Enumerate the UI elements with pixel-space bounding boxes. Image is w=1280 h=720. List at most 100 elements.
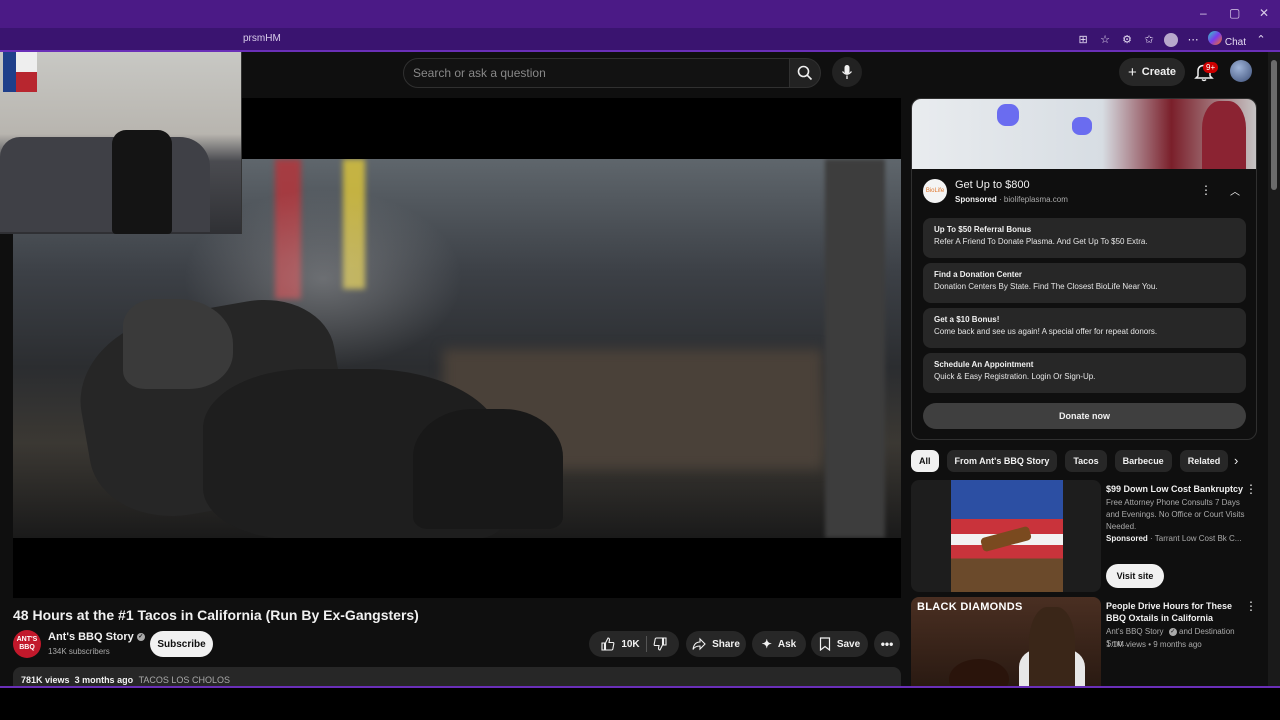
view-count: 781K views (21, 675, 70, 685)
copilot-chat-button[interactable]: Chat (1208, 31, 1246, 48)
account-avatar[interactable] (1230, 60, 1252, 82)
ask-label: Ask (777, 638, 797, 650)
chef-head (1029, 607, 1075, 686)
page-scrollbar[interactable] (1268, 52, 1280, 686)
chat-label: Chat (1224, 37, 1246, 48)
search-input[interactable]: Search or ask a question (403, 58, 791, 88)
chip-all[interactable]: All (911, 450, 939, 472)
channel-name[interactable]: Ant's BBQ Story (48, 631, 134, 643)
sidebar-toggle-icon[interactable]: ⌃ (1254, 33, 1268, 46)
share-icon (692, 637, 706, 651)
chip-from-channel[interactable]: From Ant's BBQ Story (946, 450, 1058, 472)
search-placeholder: Search or ask a question (413, 66, 546, 80)
minimize-icon[interactable]: – (1200, 6, 1207, 20)
search-button[interactable] (789, 58, 821, 88)
recommendation-item[interactable]: BLACK DIAMONDS People Drive Hours for Th… (911, 597, 1257, 687)
voice-search-button[interactable] (832, 57, 862, 87)
more-actions-button[interactable]: ••• (874, 631, 900, 657)
youtube-watch-page: Search or ask a question + Create 9+ 48 … (0, 52, 1268, 687)
create-button[interactable]: + Create (1119, 58, 1185, 86)
maximize-icon[interactable]: ▢ (1229, 6, 1240, 20)
webcam-overlay (0, 52, 242, 234)
more-options-icon[interactable]: ⋮ (1245, 599, 1257, 613)
recommendation-thumbnail[interactable] (911, 480, 1101, 592)
microphone-icon (841, 65, 853, 79)
like-button[interactable]: 10K (601, 637, 640, 651)
sitelink-title: Up To $50 Referral Bonus (934, 225, 1032, 234)
channel-name[interactable]: Ant's BBQ Story (1106, 627, 1164, 636)
thumbnail-text: BLACK DIAMONDS (917, 601, 1023, 613)
ad-domain: biolifeplasma.com (1003, 195, 1068, 204)
donor-person (1202, 101, 1246, 169)
channel-name-row[interactable]: Ant's BBQ Story ✓ (48, 631, 145, 643)
browser-profile-icon[interactable] (1164, 32, 1179, 47)
favorites-icon[interactable]: ✩ (1142, 33, 1156, 46)
recommendation-stats: 1.1M views • 9 months ago (1106, 640, 1202, 649)
chip-related[interactable]: Related (1179, 450, 1229, 472)
scrollbar-thumb[interactable] (1271, 60, 1277, 190)
close-icon[interactable]: ✕ (1259, 6, 1269, 20)
recommendation-title[interactable]: $99 Down Low Cost Bankruptcy (1106, 483, 1246, 495)
advertiser-name: Tarrant Low Cost Bk C... (1154, 534, 1242, 543)
extension-icon[interactable]: ⚙ (1120, 33, 1134, 46)
ad-sponsored-line: Sponsored · biolifeplasma.com (955, 195, 1068, 204)
charcoal-chunk (123, 299, 233, 389)
recommendation-filter-chips: All From Ant's BBQ Story Tacos Barbecue … (911, 450, 1229, 474)
ad-banner-image[interactable] (912, 99, 1256, 169)
url-text[interactable]: prsmHM (243, 33, 281, 44)
chip-barbecue[interactable]: Barbecue (1114, 450, 1172, 472)
search-icon (797, 65, 813, 81)
thumbs-down-icon[interactable] (653, 637, 667, 651)
sponsored-ad-card[interactable]: BioLife Get Up to $800 Sponsored · bioli… (911, 98, 1257, 440)
divider (645, 636, 647, 652)
verified-badge-icon: ✓ (136, 633, 145, 642)
more-options-icon[interactable]: ⋮ (1245, 482, 1257, 496)
description-box[interactable]: 781K views 3 months ago TACOS LOS CHOLOS (13, 667, 901, 687)
chip-tacos[interactable]: Tacos (1065, 450, 1107, 472)
sponsored-recommendation[interactable]: $99 Down Low Cost Bankruptcy Free Attorn… (911, 480, 1257, 594)
sitelink-title: Find a Donation Center (934, 270, 1022, 279)
visit-site-button[interactable]: Visit site (1106, 564, 1164, 588)
ask-button[interactable]: ✦ Ask (752, 631, 806, 657)
split-screen-icon[interactable]: ⊞ (1076, 33, 1090, 46)
taskbar-area (0, 686, 1280, 720)
chevron-right-icon[interactable]: › (1234, 453, 1238, 468)
sitelink-desc: Refer A Friend To Donate Plasma. And Get… (934, 237, 1148, 246)
donate-now-button[interactable]: Donate now (923, 403, 1246, 429)
recommendation-thumbnail[interactable]: BLACK DIAMONDS (911, 597, 1101, 686)
sitelink-title: Get a $10 Bonus! (934, 315, 1000, 324)
share-label: Share (712, 638, 740, 650)
subscriber-count: 134K subscribers (48, 647, 110, 656)
bed (0, 137, 210, 232)
ad-more-options-icon[interactable]: ⋮ (1200, 183, 1212, 197)
sparkle-icon: ✦ (761, 637, 772, 651)
ad-sitelink[interactable]: Up To $50 Referral Bonus Refer A Friend … (923, 218, 1246, 258)
hashtag-link[interactable]: TACOS LOS CHOLOS (139, 675, 230, 685)
ad-sitelink[interactable]: Find a Donation Center Donation Centers … (923, 263, 1246, 303)
recommendation-title[interactable]: People Drive Hours for These BBQ Oxtails… (1106, 600, 1246, 624)
gloved-hand (997, 104, 1019, 126)
notification-badge: 9+ (1203, 62, 1219, 73)
more-menu-icon[interactable]: ⋯ (1186, 33, 1200, 46)
ad-sitelink[interactable]: Get a $10 Bonus! Come back and see us ag… (923, 308, 1246, 348)
advertiser-logo[interactable]: BioLife (923, 179, 947, 203)
ad-title[interactable]: Get Up to $800 (955, 179, 1030, 191)
ad-sitelink[interactable]: Schedule An Appointment Quick & Easy Reg… (923, 353, 1246, 393)
recommendation-description: Free Attorney Phone Consults 7 Days and … (1106, 498, 1245, 531)
browser-title-bar: – ▢ ✕ (0, 0, 1280, 28)
chevron-up-icon[interactable]: ︿ (1230, 183, 1240, 198)
channel-avatar[interactable]: ANT'S BBQ (13, 630, 41, 658)
subscribe-button[interactable]: Subscribe (150, 631, 213, 657)
address-bar: prsmHM ⊞ ☆ ⚙ ✩ ⋯ Chat ⌃ (0, 28, 1280, 52)
thumbs-up-icon (601, 637, 615, 651)
save-button[interactable]: Save (811, 631, 868, 657)
share-button[interactable]: Share (686, 631, 746, 657)
create-label: Create (1141, 66, 1176, 78)
charcoal-chunk (413, 409, 563, 529)
browser-toolbar: ⊞ ☆ ⚙ ✩ ⋯ Chat ⌃ (1076, 31, 1268, 48)
like-dislike-group: 10K (589, 631, 679, 657)
gloved-hand (1072, 117, 1092, 135)
sitelink-desc: Come back and see us again! A special of… (934, 327, 1158, 336)
bookmark-icon (819, 637, 830, 651)
favorite-star-icon[interactable]: ☆ (1098, 33, 1112, 46)
